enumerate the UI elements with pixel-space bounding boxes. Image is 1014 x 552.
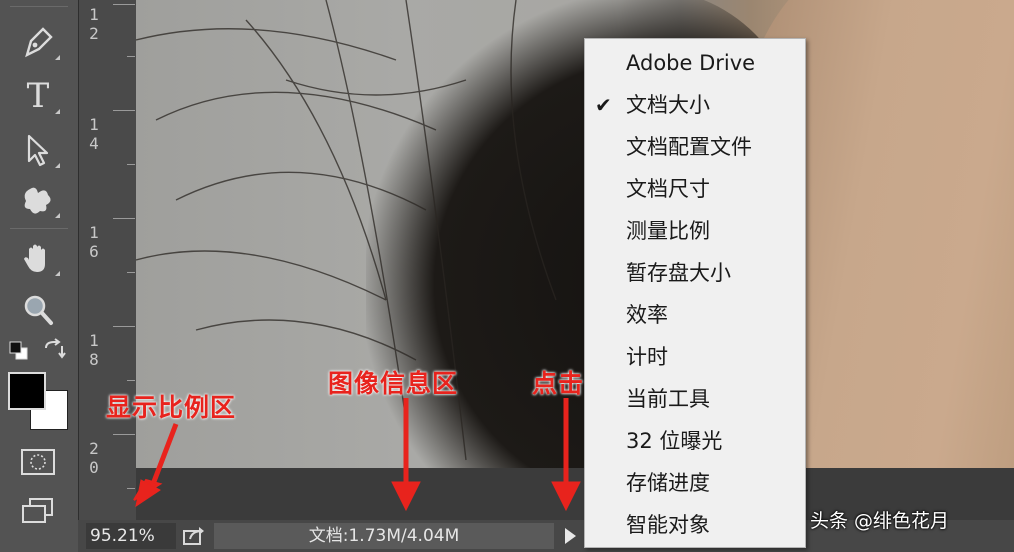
hand-tool-button[interactable] [14,236,62,280]
menu-item-label: Adobe Drive [626,51,756,75]
swap-colors-button[interactable] [42,338,68,364]
arrow-head [133,478,163,501]
annotation-zoom-area: 显示比例区 [106,393,237,422]
screen-mode-button[interactable] [14,492,62,532]
pen-tool-icon [25,27,53,58]
play-arrow-icon [564,528,576,544]
quick-mask-icon [21,449,55,475]
menu-item-32bit-exposure[interactable]: 32 位曝光 [585,421,805,461]
ruler-label-digit: 2 [89,439,99,458]
swap-arrows-icon [45,338,66,359]
ruler-label-digit: 6 [89,242,99,261]
default-colors-button[interactable] [8,340,30,362]
menu-item-label: 测量比例 [626,219,710,243]
checkmark-icon: ✔ [595,93,612,117]
menu-item-label: 智能对象 [626,513,710,537]
ruler-label-digit: 8 [89,350,99,369]
share-button[interactable] [182,525,208,547]
toolbar-divider [10,228,68,229]
share-icon [183,527,204,545]
menu-item-timing[interactable]: 计时 [585,337,805,377]
menu-item-document-dimensions[interactable]: 文档尺寸 [585,169,805,209]
menu-item-document-size[interactable]: ✔ 文档大小 [585,85,805,125]
hand-tool-icon [24,244,45,272]
path-selection-tool-button[interactable] [14,128,62,172]
type-tool-button[interactable]: T [14,74,62,118]
menu-item-label: 文档配置文件 [626,135,752,159]
menu-item-label: 文档尺寸 [626,177,710,201]
custom-shape-tool-icon [24,187,51,214]
zoom-level-field[interactable]: 95.21% [86,523,176,549]
path-selection-tool-icon [27,134,49,167]
ruler-label-digit: 4 [89,134,99,153]
foreground-color-swatch[interactable] [8,372,46,410]
watermark: 头条 @绯色花月 [810,510,950,532]
ruler-label-digit: 2 [89,24,99,43]
default-colors-icon [9,341,28,360]
ruler-label-digit: 1 [89,331,99,350]
menu-item-label: 当前工具 [626,387,710,411]
menu-item-current-tool[interactable]: 当前工具 [585,379,805,419]
vertical-ruler[interactable]: 1 2 1 4 1 6 1 8 2 0 [78,0,136,520]
zoom-tool-icon [24,295,53,325]
menu-item-label: 文档大小 [626,93,710,117]
ruler-label-digit: 1 [89,115,99,134]
status-info-menu: Adobe Drive ✔ 文档大小 文档配置文件 文档尺寸 测量比例 暂存盘大小… [584,38,806,548]
menu-item-scratch-sizes[interactable]: 暂存盘大小 [585,253,805,293]
annotation-click: 点击 [532,369,585,398]
menu-item-measurement-scale[interactable]: 测量比例 [585,211,805,251]
menu-item-smart-objects[interactable]: 智能对象 [585,505,805,545]
menu-item-adobe-drive[interactable]: Adobe Drive [585,43,805,83]
annotation-info-area: 图像信息区 [328,369,459,398]
toolbar-divider [10,6,68,7]
ruler-label-digit: 0 [89,458,99,477]
quick-mask-button[interactable] [14,442,62,482]
menu-item-label: 计时 [626,345,668,369]
menu-item-label: 存储进度 [626,471,710,495]
menu-item-efficiency[interactable]: 效率 [585,295,805,335]
menu-item-save-progress[interactable]: 存储进度 [585,463,805,503]
menu-item-label: 暂存盘大小 [626,261,731,285]
menu-item-label: 效率 [626,303,668,327]
menu-item-label: 32 位曝光 [626,429,723,453]
ruler-label-digit: 1 [89,5,99,24]
type-tool-icon: T [26,76,50,116]
zoom-tool-button[interactable] [14,288,62,332]
tools-panel: T [0,0,78,552]
menu-item-document-profile[interactable]: 文档配置文件 [585,127,805,167]
document-info-field: 文档:1.73M/4.04M [214,523,554,549]
status-menu-arrow-button[interactable] [562,526,578,546]
screen-mode-icon [22,498,53,523]
pen-tool-button[interactable] [14,20,62,64]
custom-shape-tool-button[interactable] [14,178,62,222]
ruler-label-digit: 1 [89,223,99,242]
